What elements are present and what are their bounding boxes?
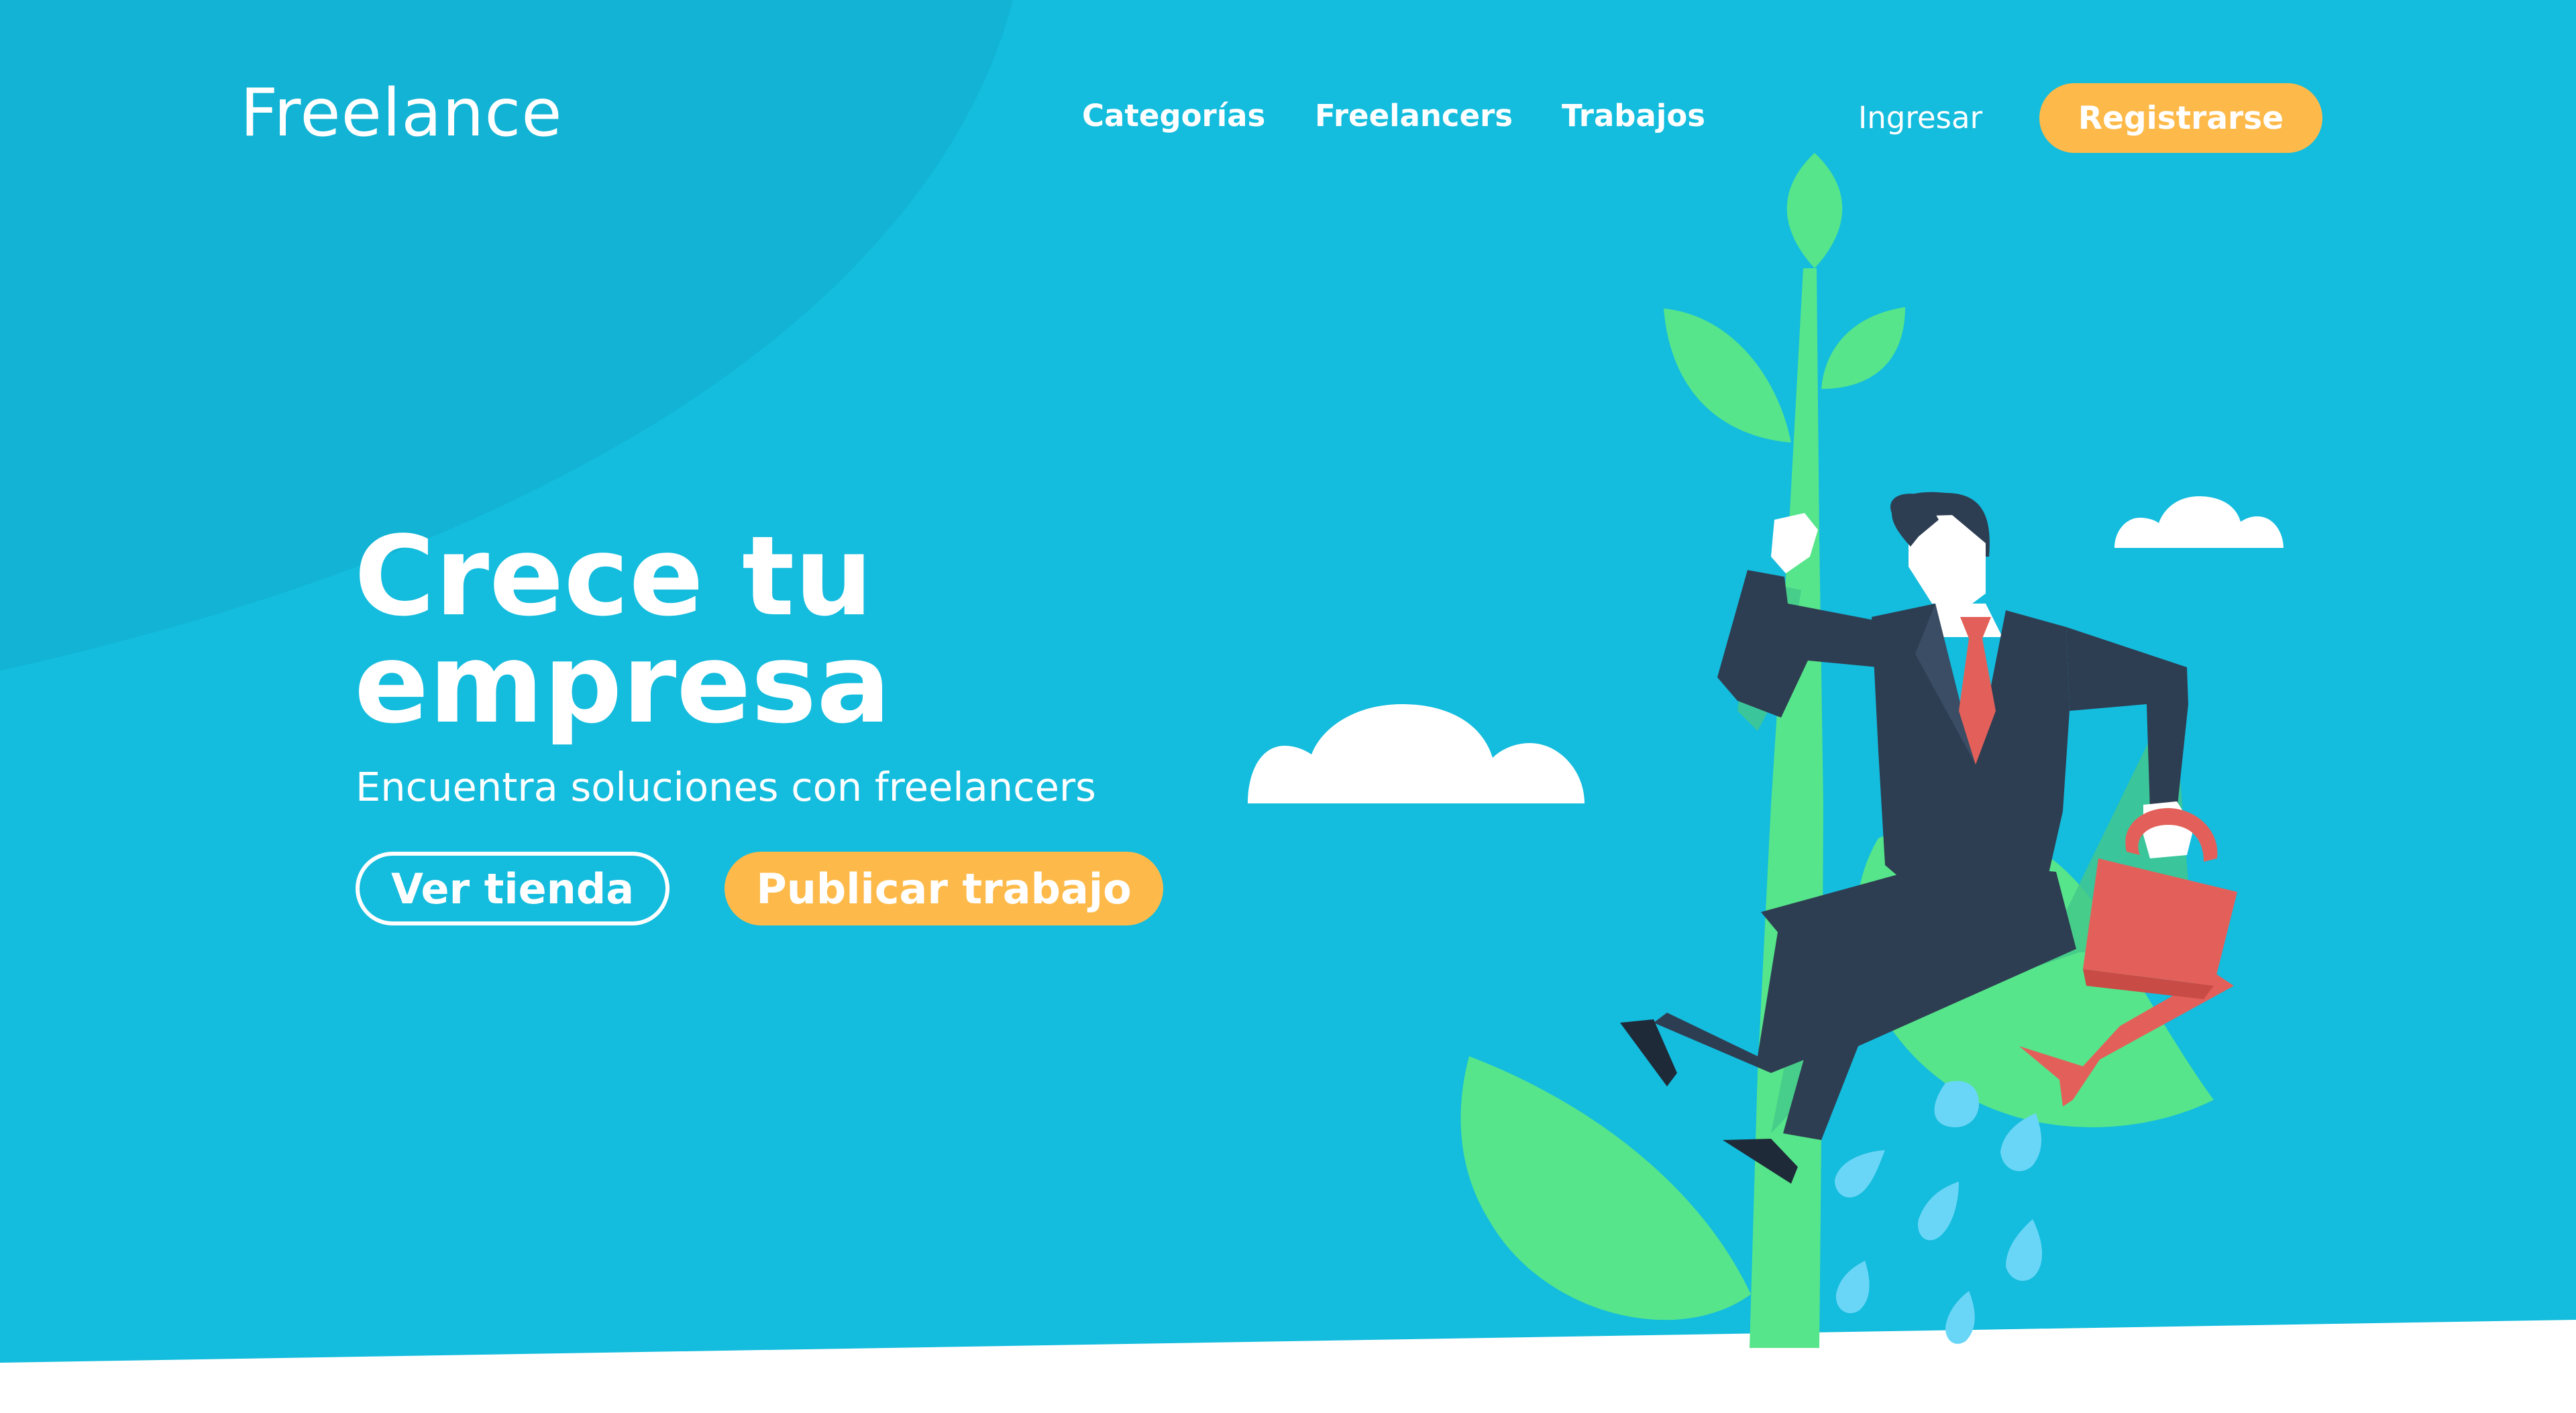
- hero-title: Crece tu empresa: [354, 512, 891, 748]
- landing-page: Freelance Categorías Freelancers Trabajo…: [0, 0, 2576, 1413]
- leaf-right-top-icon: [1821, 307, 1905, 389]
- nav-link-freelancers[interactable]: Freelancers: [1315, 101, 1513, 131]
- sprout-top-icon: [1786, 153, 1843, 268]
- hero-title-line-1: Crece tu: [354, 512, 873, 640]
- login-link[interactable]: Ingresar: [1858, 103, 1982, 133]
- hero-subtitle: Encuentra soluciones con freelancers: [356, 764, 1096, 810]
- post-job-button[interactable]: Publicar trabajo: [724, 852, 1163, 925]
- nav-link-categorias[interactable]: Categorías: [1082, 101, 1265, 131]
- logo-text[interactable]: Freelance: [240, 80, 563, 146]
- leaf-bottom-icon: [1460, 1056, 1751, 1320]
- register-button[interactable]: Registrarse: [2039, 83, 2322, 153]
- hero-title-line-2: empresa: [354, 620, 891, 748]
- cloud-right: [2114, 496, 2284, 548]
- water-drops-icon: [1835, 1080, 2043, 1344]
- nav-link-trabajos[interactable]: Trabajos: [1562, 101, 1705, 131]
- view-store-button[interactable]: Ver tienda: [356, 852, 669, 925]
- leaf-left-top-icon: [1664, 308, 1791, 443]
- cloud-left: [1248, 704, 1585, 803]
